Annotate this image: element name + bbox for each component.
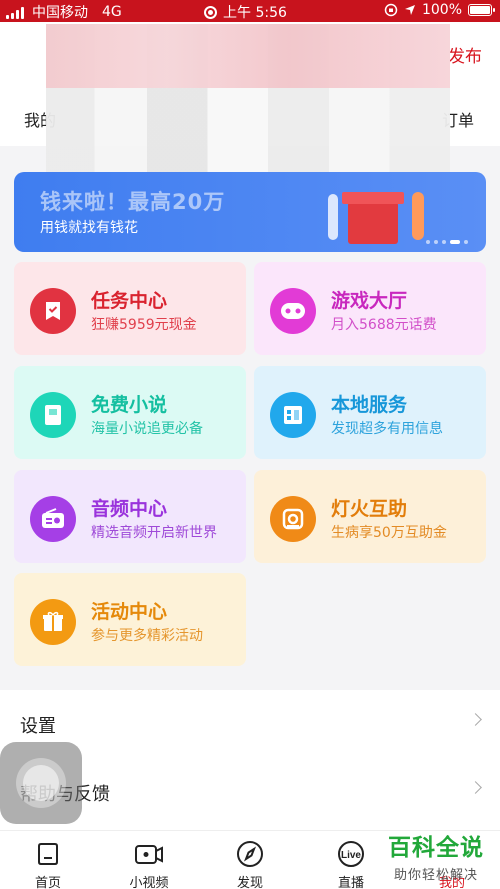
card-mutual-aid[interactable]: 灯火互助 生病享50万互助金: [254, 470, 486, 563]
chevron-right-icon: [469, 713, 482, 726]
publish-button[interactable]: 发布: [448, 42, 482, 67]
card-title: 免费小说: [91, 394, 168, 416]
tab-live[interactable]: Live 直播: [311, 839, 391, 889]
card-desc: 月入5688元话费: [331, 317, 437, 333]
card-title: 灯火互助: [331, 498, 408, 520]
watermark: 百科全说 助你轻松解决: [388, 828, 484, 883]
home-icon: [8, 839, 88, 869]
mutual-aid-icon: [270, 496, 316, 542]
card-title: 本地服务: [331, 394, 408, 416]
card-audio-center[interactable]: 音频中心 精选音频开启新世界: [14, 470, 246, 563]
watermark-subtitle: 助你轻松解决: [393, 868, 478, 883]
banner-illustration-person: [328, 194, 338, 240]
banner-subtitle: 用钱就找有钱花: [40, 220, 138, 236]
promo-banner[interactable]: 钱来啦！最高20万 用钱就找有钱花: [14, 172, 486, 252]
tab-label: 发现: [236, 876, 263, 889]
tab-label: 小视频: [129, 876, 169, 889]
orientation-lock-icon: [384, 3, 398, 17]
chevron-right-icon: [469, 781, 482, 794]
card-title: 游戏大厅: [331, 290, 408, 312]
banner-title: 钱来啦！最高20万: [40, 190, 226, 214]
video-icon: [109, 839, 189, 869]
banner-illustration-gift: [342, 192, 404, 244]
tab-home[interactable]: 首页: [8, 839, 88, 889]
card-title: 活动中心: [91, 601, 168, 623]
card-desc: 狂赚5959元现金: [91, 317, 197, 333]
gamepad-icon: [270, 288, 316, 334]
carrier-name: 中国移动: [32, 5, 88, 21]
battery-percent: 100%: [421, 2, 462, 18]
assistive-touch-button[interactable]: [0, 742, 82, 824]
banner-illustration-person: [412, 192, 424, 240]
gift-icon: [30, 599, 76, 645]
battery-icon: [468, 4, 495, 16]
building-icon: [270, 392, 316, 438]
book-icon: [30, 392, 76, 438]
card-activity-center[interactable]: 活动中心 参与更多精彩活动: [14, 573, 246, 666]
card-title: 音频中心: [91, 498, 168, 520]
status-bar: 中国移动 4G 上午 5:56 100%: [0, 0, 500, 22]
card-desc: 参与更多精彩活动: [91, 628, 203, 644]
network-type: 4G: [102, 4, 122, 20]
card-desc: 海量小说追更必备: [91, 421, 203, 437]
tab-short-video[interactable]: 小视频: [109, 839, 189, 889]
screen-record-icon: [204, 5, 217, 19]
task-icon: [30, 288, 76, 334]
tab-label: 直播: [337, 876, 364, 889]
live-icon: Live: [311, 839, 391, 869]
location-icon: [404, 5, 415, 15]
redacted-area-top: [46, 24, 450, 88]
card-desc: 发现超多有用信息: [331, 421, 443, 437]
settings-label: 设置: [20, 716, 56, 737]
card-desc: 精选音频开启新世界: [91, 525, 217, 541]
watermark-title: 百科全说: [388, 835, 484, 861]
card-local-service[interactable]: 本地服务 发现超多有用信息: [254, 366, 486, 459]
card-game-hall[interactable]: 游戏大厅 月入5688元话费: [254, 262, 486, 355]
svg-text:Live: Live: [341, 850, 361, 861]
card-title: 任务中心: [91, 290, 168, 312]
card-desc: 生病享50万互助金: [331, 525, 447, 541]
card-free-novel[interactable]: 免费小说 海量小说追更必备: [14, 366, 246, 459]
clock: 上午 5:56: [223, 5, 287, 21]
radio-icon: [30, 496, 76, 542]
tab-discover[interactable]: 发现: [210, 839, 290, 889]
card-task-center[interactable]: 任务中心 狂赚5959元现金: [14, 262, 246, 355]
signal-icon: [6, 6, 24, 19]
compass-icon: [210, 839, 290, 869]
carousel-indicator: [426, 240, 468, 244]
tab-label: 首页: [34, 876, 61, 889]
